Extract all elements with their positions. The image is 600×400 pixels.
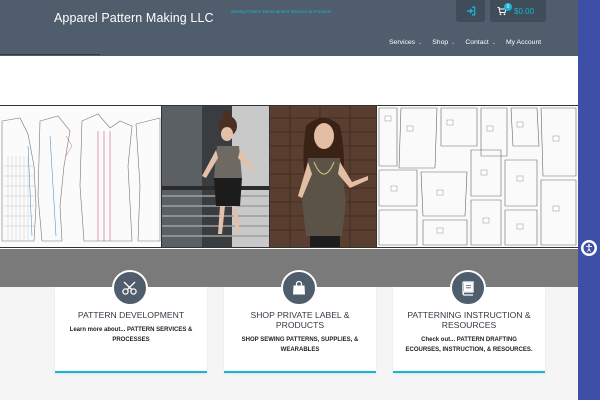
card-description[interactable]: Check out... PATTERN DRAFTING ECOURSES, … (393, 335, 545, 355)
accessibility-icon (583, 242, 595, 254)
card-description[interactable]: SHOP SEWING PATTERNS, SUPPLIES, & WEARAB… (224, 335, 376, 355)
nav-shop[interactable]: Shop ⌄ (432, 39, 455, 46)
card-title: PATTERN DEVELOPMENT (77, 310, 185, 320)
nav-services[interactable]: Services ⌄ (389, 39, 422, 46)
card-description[interactable]: Learn more about... PATTERN SERVICES & P… (55, 325, 207, 345)
cart-total: $0.00 (514, 6, 535, 16)
main-nav: Services ⌄ Shop ⌄ Contact ⌄ My Account (389, 39, 551, 46)
page: Apparel Pattern Making LLC Sewing Patter… (0, 0, 600, 400)
cart-button[interactable]: 0 $0.00 (490, 0, 546, 22)
shopping-bag-icon (281, 270, 317, 306)
accessibility-button[interactable] (581, 240, 597, 256)
cart-count-badge: 0 (504, 3, 512, 11)
book-icon (450, 270, 486, 306)
nav-label: Services (389, 39, 416, 46)
pattern-pieces-image (377, 106, 578, 247)
site-tagline: Sewing Pattern Development Services & Pr… (231, 9, 332, 14)
nav-label: My Account (505, 39, 542, 46)
nav-contact[interactable]: Contact ⌄ (465, 39, 496, 46)
nav-label: Shop (432, 39, 449, 46)
chevron-down-icon: ⌄ (451, 39, 456, 46)
hero-banner (0, 105, 578, 248)
site-header: Apparel Pattern Making LLC Sewing Patter… (0, 0, 578, 56)
model-dress-image (270, 106, 377, 247)
chevron-down-icon: ⌄ (418, 39, 423, 46)
nav-my-account[interactable]: My Account (506, 39, 541, 46)
model-stairs-image (162, 106, 270, 247)
card-title: SHOP PRIVATE LABEL & PRODUCTS (250, 310, 350, 330)
login-button[interactable] (456, 0, 485, 22)
sign-in-icon (466, 6, 475, 16)
header-divider (0, 54, 100, 55)
card-title: PATTERNING INSTRUCTION & RESOURCES (407, 310, 531, 330)
scissors-icon (112, 270, 148, 306)
side-bar (578, 0, 600, 400)
nav-label: Contact (465, 39, 489, 46)
pattern-sketch-image (0, 106, 162, 247)
site-title[interactable]: Apparel Pattern Making LLC (54, 11, 214, 25)
chevron-down-icon: ⌄ (491, 39, 496, 46)
